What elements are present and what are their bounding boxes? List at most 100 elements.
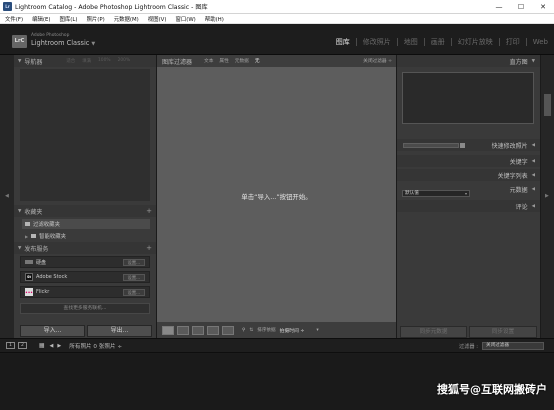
module-print[interactable]: 打印 <box>500 37 526 47</box>
brand-name[interactable]: Lightroom Classic ▼ <box>31 39 95 47</box>
navigator-header[interactable]: ▼ 导航器 适合 填满 100% 200% <box>14 55 156 67</box>
right-collapse-icon[interactable]: ▶ <box>545 193 549 199</box>
module-map[interactable]: 地图 <box>398 37 424 47</box>
collection-item[interactable]: 过滤收藏夹 <box>22 219 150 229</box>
zoom-fit[interactable]: 适合 <box>66 58 75 64</box>
import-button[interactable]: 导入... <box>20 325 85 337</box>
sort-label: 排序依据 <box>257 328 276 333</box>
navigator-preview <box>20 69 150 201</box>
triangle-left-icon: ◀ <box>531 172 535 178</box>
minimize-button[interactable]: — <box>488 0 510 14</box>
filter-select[interactable]: 关闭过滤器 <box>482 342 544 350</box>
menu-metadata[interactable]: 元数据(M) <box>114 15 139 23</box>
publish-services-header[interactable]: ▼ 发布服务 + <box>14 242 156 254</box>
left-edge[interactable]: ◀ <box>0 55 14 338</box>
adobe-stock-icon: St <box>25 273 33 281</box>
toolbar-menu-icon[interactable]: ▾ <box>316 328 318 333</box>
add-collection-icon[interactable]: + <box>146 207 152 215</box>
maximize-button[interactable]: ☐ <box>510 0 532 14</box>
module-web[interactable]: Web <box>527 38 554 46</box>
collection-item[interactable]: ▶ 智能收藏夹 <box>22 231 150 241</box>
grid-view-icon[interactable] <box>162 325 174 335</box>
preset-stepper[interactable] <box>460 143 465 148</box>
filmstrip-source[interactable]: 所有照片 0 张照片 ÷ <box>69 342 122 350</box>
scrollbar-thumb[interactable] <box>544 94 551 116</box>
lightroom-app-icon: Lr <box>3 2 12 11</box>
settings-button[interactable]: 设置... <box>122 289 145 296</box>
collections-title: 收藏夹 <box>24 208 43 216</box>
menu-window[interactable]: 窗口(W) <box>175 15 195 23</box>
empty-catalog-message: 单击“导入...”按钮开始。 <box>241 193 312 201</box>
triangle-down-icon: ▼ <box>18 208 22 214</box>
navigator-title: 导航器 <box>24 58 43 66</box>
main-window-button[interactable]: 1 <box>6 342 15 349</box>
second-window-button[interactable]: 2 <box>17 342 27 349</box>
menu-photo[interactable]: 照片(P) <box>87 15 105 23</box>
library-filter-bar: 图库过滤器 文本 属性 元数据 无 关闭过滤器 ÷ <box>157 55 396 67</box>
smart-collection-icon <box>31 234 37 238</box>
menu-view[interactable]: 视图(V) <box>148 15 167 23</box>
grid-icon[interactable]: ▦ <box>39 342 45 349</box>
module-book[interactable]: 画册 <box>425 37 451 47</box>
metadata-preset-row: 默认值 ▾ <box>402 188 534 198</box>
module-develop[interactable]: 修改照片 <box>357 37 397 47</box>
comments-header[interactable]: 评论 ◀ <box>397 200 540 212</box>
settings-button[interactable]: 设置... <box>122 274 145 281</box>
menu-file[interactable]: 文件(F) <box>5 15 23 23</box>
triangle-left-icon: ◀ <box>531 203 535 209</box>
filter-tab-attribute[interactable]: 属性 <box>219 58 228 64</box>
watermark-text: 搜狐号@互联网搬砖户 <box>437 383 547 396</box>
right-edge[interactable]: ▶ <box>541 55 554 338</box>
zoom-200[interactable]: 200% <box>118 58 131 64</box>
sort-select[interactable]: 拍摄时间 ÷ <box>280 327 305 334</box>
people-view-icon[interactable] <box>222 325 234 335</box>
histogram-header[interactable]: 直方图 ▼ <box>397 55 540 67</box>
module-slideshow[interactable]: 幻灯片放映 <box>452 37 499 47</box>
menu-help[interactable]: 帮助(H) <box>205 15 224 23</box>
navigator-zoom: 适合 填满 100% 200% <box>66 58 137 64</box>
sync-settings-button[interactable]: 同步设置 <box>469 326 537 338</box>
filter-tab-text[interactable]: 文本 <box>204 58 213 64</box>
triangle-left-icon: ◀ <box>531 158 535 164</box>
filter-tab-none[interactable]: 无 <box>255 58 260 64</box>
add-service-icon[interactable]: + <box>146 244 152 252</box>
compare-view-icon[interactable] <box>192 325 204 335</box>
preset-field[interactable] <box>403 143 459 148</box>
menu-edit[interactable]: 编辑(E) <box>32 15 50 23</box>
settings-button[interactable]: 设置... <box>122 259 145 266</box>
metadata-preset-select[interactable]: 默认值 ▾ <box>402 189 470 197</box>
triangle-right-icon: ▶ <box>25 233 29 239</box>
menu-library[interactable]: 图库(L) <box>60 15 78 23</box>
publish-service-harddrive[interactable]: 硬盘 设置... <box>20 256 150 268</box>
survey-view-icon[interactable] <box>207 325 219 335</box>
keywording-header[interactable]: 关键字 ◀ <box>397 155 540 167</box>
filmstrip-bar: 1 2 ▦ ◀ ▶ 所有照片 0 张照片 ÷ 过滤器 : 关闭过滤器 <box>0 338 554 353</box>
collections-header[interactable]: ▼ 收藏夹 + <box>14 205 156 217</box>
publish-service-flickr[interactable]: ••• Flickr 设置... <box>20 286 150 298</box>
painter-icon[interactable]: ⚲ <box>242 328 245 333</box>
left-collapse-icon[interactable]: ◀ <box>5 193 9 199</box>
triangle-down-icon: ▼ <box>18 58 22 64</box>
zoom-fill[interactable]: 填满 <box>82 58 91 64</box>
forward-icon[interactable]: ▶ <box>57 343 61 349</box>
triangle-down-icon: ▼ <box>531 58 535 64</box>
sort-direction-icon[interactable]: ⇅ <box>249 328 253 333</box>
harddrive-icon <box>25 260 33 264</box>
publish-title: 发布服务 <box>24 245 49 253</box>
publish-service-adobe-stock[interactable]: St Adobe Stock 设置... <box>20 271 150 283</box>
menu-bar: 文件(F) 编辑(E) 图库(L) 照片(P) 元数据(M) 视图(V) 窗口(… <box>0 14 554 24</box>
flickr-icon: ••• <box>25 288 33 296</box>
keyword-list-header[interactable]: 关键字列表 ◀ <box>397 169 540 181</box>
find-more-services-button[interactable]: 查找更多服务联机... <box>20 303 150 314</box>
loupe-view-icon[interactable] <box>177 325 189 335</box>
filter-tab-metadata[interactable]: 元数据 <box>235 58 249 64</box>
filter-preset-select[interactable]: 关闭过滤器 ÷ <box>363 58 392 64</box>
module-picker: 图库 修改照片 地图 画册 幻灯片放映 打印 Web <box>330 37 554 47</box>
module-library[interactable]: 图库 <box>330 37 356 47</box>
zoom-100[interactable]: 100% <box>98 58 111 64</box>
back-icon[interactable]: ◀ <box>50 343 54 349</box>
close-button[interactable]: ✕ <box>532 0 554 14</box>
sync-metadata-button[interactable]: 同步元数据 <box>400 326 467 338</box>
quick-develop-preset[interactable] <box>403 141 534 150</box>
export-button[interactable]: 导出... <box>87 325 152 337</box>
